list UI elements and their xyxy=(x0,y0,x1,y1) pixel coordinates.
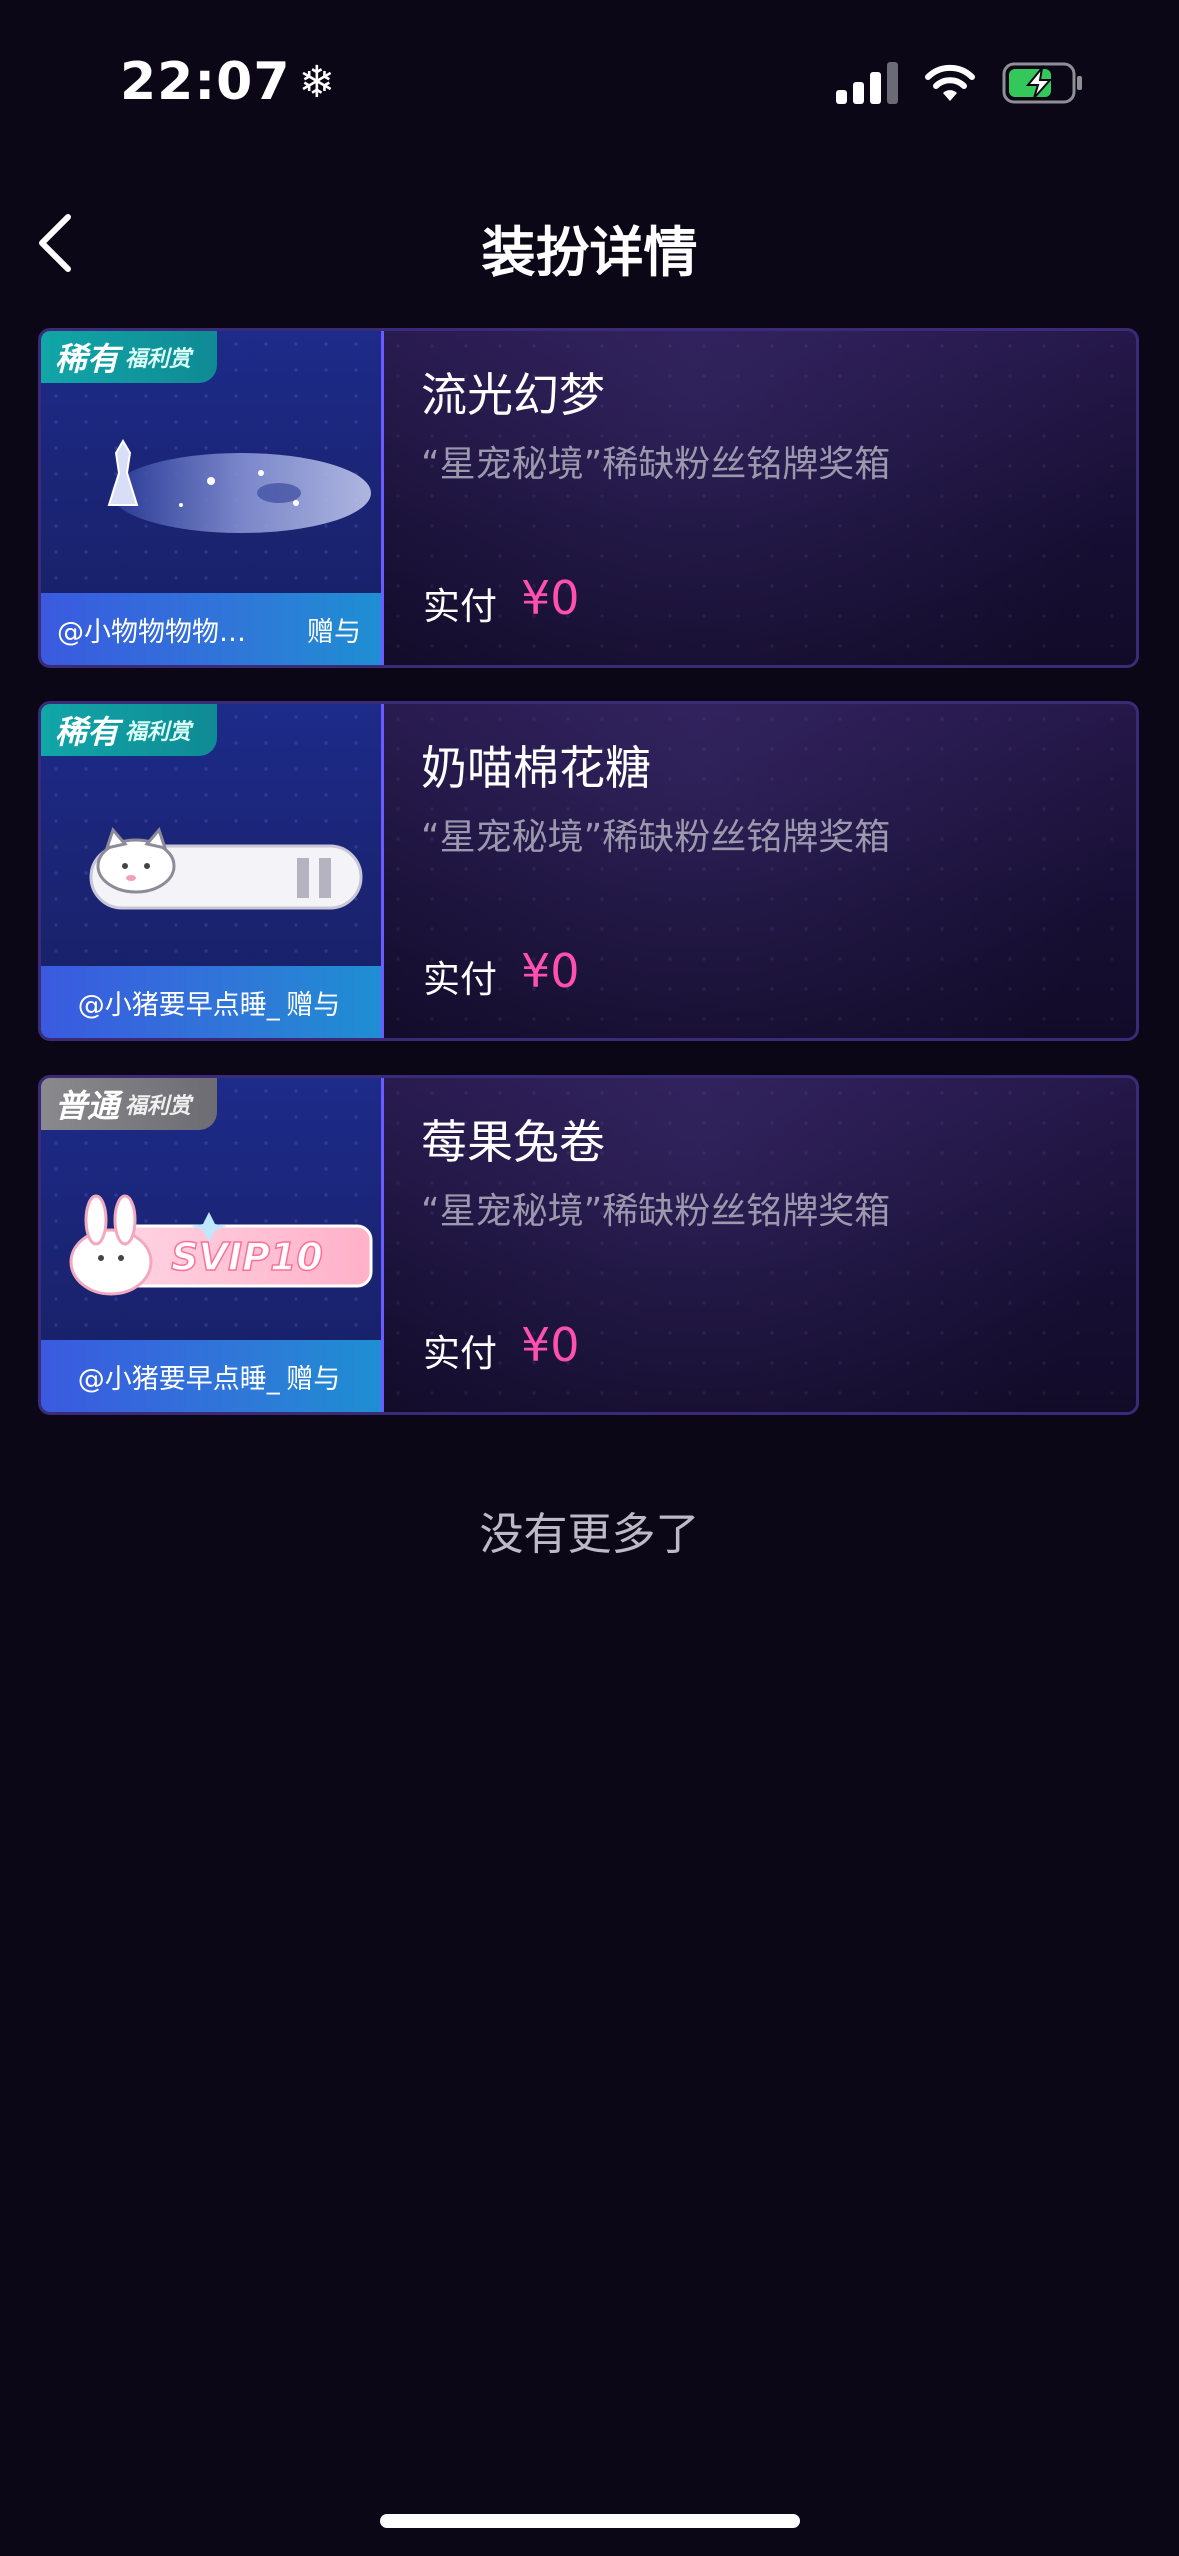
item-thumbnail: 稀有 福利赏 @小猪要早点睡_ 赠与 xyxy=(41,704,384,1038)
gift-user[interactable]: @小物物物物… xyxy=(57,610,246,649)
end-of-list-text: 没有更多了 xyxy=(479,1509,700,1560)
cellular-signal-icon xyxy=(836,62,898,104)
rarity-badge: 稀有 福利赏 xyxy=(41,704,217,756)
list-item[interactable]: 稀有 福利赏 @小物物物物… 赠与 流光幻梦 “星宠秘境”稀缺粉丝铭牌奖箱 实付… xyxy=(38,328,1139,668)
clock: 22:07 xyxy=(120,52,291,112)
home-indicator[interactable] xyxy=(380,2514,800,2528)
item-source: “星宠秘境”稀缺粉丝铭牌奖箱 xyxy=(421,817,891,858)
item-source: “星宠秘境”稀缺粉丝铭牌奖箱 xyxy=(421,1191,891,1232)
pay-label: 实付 xyxy=(423,585,497,628)
nameplate-preview-image: SVIP10 xyxy=(69,1194,373,1296)
item-name: 流光幻梦 xyxy=(421,368,605,422)
gift-action: 赠与 xyxy=(286,1363,341,1395)
pay-label: 实付 xyxy=(423,958,497,1001)
gift-user[interactable]: @小猪要早点睡_ xyxy=(78,1357,281,1396)
item-name: 奶喵棉花糖 xyxy=(421,741,651,795)
battery-charging-icon xyxy=(1002,62,1082,104)
rarity-badge: 稀有 福利赏 xyxy=(41,331,217,383)
pay-value: ¥0 xyxy=(521,1318,580,1372)
nameplate-preview-image xyxy=(89,827,363,910)
page-title: 装扮详情 xyxy=(481,221,698,284)
pay-value: ¥0 xyxy=(521,571,580,625)
gift-action: 赠与 xyxy=(286,989,341,1021)
list-item[interactable]: 普通 福利赏 SVIP10 @小猪要早点睡_ 赠与 莓果兔卷 “星宠秘境”稀缺粉… xyxy=(38,1075,1139,1415)
gift-bar: @小猪要早点睡_ 赠与 xyxy=(41,966,381,1038)
item-name: 莓果兔卷 xyxy=(421,1115,605,1169)
gift-bar: @小猪要早点睡_ 赠与 xyxy=(41,1340,381,1412)
snowflake-icon: ❄ xyxy=(298,56,337,108)
rarity-badge: 普通 福利赏 xyxy=(41,1078,217,1130)
svg-text:SVIP10: SVIP10 xyxy=(171,1235,323,1279)
wifi-icon xyxy=(925,64,975,101)
pay-value: ¥0 xyxy=(521,944,580,998)
gift-bar: @小物物物物… 赠与 xyxy=(41,593,381,665)
pay-label: 实付 xyxy=(423,1332,497,1375)
list-item[interactable]: 稀有 福利赏 @小猪要早点睡_ 赠与 奶喵棉花糖 “星宠秘境”稀缺粉丝铭牌奖箱 … xyxy=(38,701,1139,1041)
item-thumbnail: 普通 福利赏 SVIP10 @小猪要早点睡_ 赠与 xyxy=(41,1078,384,1412)
gift-user[interactable]: @小猪要早点睡_ xyxy=(78,983,281,1022)
item-source: “星宠秘境”稀缺粉丝铭牌奖箱 xyxy=(421,444,891,485)
screen: 22:07 ❄ 装扮详情 稀有 福利赏 @小物物物物… 赠与 流光幻梦 “星宠秘… xyxy=(0,0,1179,2556)
gift-action: 赠与 xyxy=(307,616,361,648)
status-icons xyxy=(836,62,1084,104)
item-thumbnail: 稀有 福利赏 @小物物物物… 赠与 xyxy=(41,331,384,665)
status-time: 22:07 ❄ xyxy=(120,52,336,112)
nameplate-preview-image xyxy=(107,439,371,533)
